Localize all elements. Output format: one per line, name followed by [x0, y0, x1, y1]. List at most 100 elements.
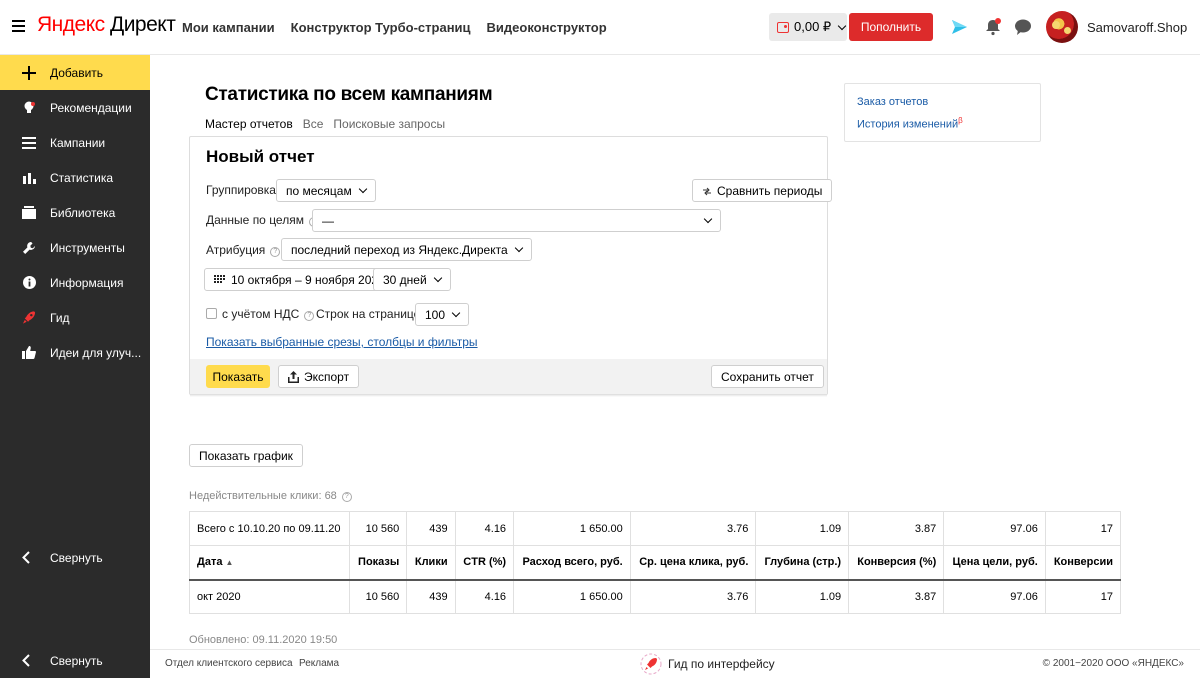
export-label: Экспорт [304, 369, 350, 384]
username[interactable]: Samovaroff.Shop [1087, 20, 1187, 35]
change-history-text: История изменений [857, 118, 959, 131]
calendar-icon [214, 274, 225, 283]
change-history-link[interactable]: История измененийβ [857, 116, 963, 131]
sort-ascending-icon: ▲ [225, 558, 234, 568]
table-cell: 439 [406, 511, 456, 546]
table-cell: 3.87 [848, 579, 945, 614]
topup-button[interactable]: Пополнить [849, 13, 933, 41]
compare-periods-button[interactable]: Сравнить периоды [692, 179, 833, 202]
column-header[interactable]: Расход всего, руб. [513, 545, 631, 581]
show-graph-button[interactable]: Показать график [189, 444, 303, 467]
column-header[interactable]: Клики [406, 545, 456, 581]
footer-client-service-link[interactable]: Отдел клиентского сервиса [165, 658, 293, 669]
tab-all[interactable]: Все [303, 117, 324, 131]
chevron-down-icon [433, 273, 442, 282]
nav-turbo-constructor[interactable]: Конструктор Турбо-страниц [291, 20, 471, 35]
table-cell: 4.16 [454, 579, 515, 614]
avatar[interactable] [1046, 11, 1078, 43]
table-cell: 4.16 [454, 511, 515, 546]
attribution-label: Атрибуция? [206, 243, 281, 257]
wallet-balance-button[interactable]: 0,00 ₽ [769, 13, 847, 41]
table-header-row: Дата ▲ Показы Клики CTR (%) Расход всего,… [188, 545, 1122, 581]
copyright: © 2001−2020 ООО «ЯНДЕКС» [1042, 658, 1184, 669]
sidebar-item-info[interactable]: Информация [0, 265, 150, 300]
bell-icon[interactable] [983, 17, 1003, 37]
sidebar-item-label: Гид [50, 310, 70, 325]
save-report-button[interactable]: Сохранить отчет [711, 365, 824, 388]
wrench-icon [22, 241, 36, 255]
sidebar-item-recommendations[interactable]: Рекомендации [0, 90, 150, 125]
table-cell: 97.06 [943, 511, 1046, 546]
table-cell: 3.87 [848, 511, 945, 546]
period-select[interactable]: 30 дней [373, 268, 451, 291]
statistics-table: Всего с 10.10.20 по 09.11.20 10 560 439 … [188, 511, 1122, 614]
yandex-direct-logo[interactable]: Яндекс Директ [37, 13, 176, 37]
column-header-date[interactable]: Дата ▲ [188, 545, 351, 581]
help-icon[interactable]: ? [341, 492, 352, 502]
menu-icon[interactable] [12, 20, 25, 32]
footer-ads-link[interactable]: Реклама [299, 658, 339, 669]
table-cell: 1.09 [755, 511, 850, 546]
export-button[interactable]: Экспорт [278, 365, 360, 388]
export-icon [288, 370, 299, 383]
sidebar-item-campaigns[interactable]: Кампании [0, 125, 150, 160]
sidebar-item-guide[interactable]: Гид [0, 300, 150, 335]
attribution-select[interactable]: последний переход из Яндекс.Директа [281, 238, 532, 261]
sidebar-item-label: Рекомендации [50, 100, 132, 115]
column-header[interactable]: Показы [349, 545, 408, 581]
column-header[interactable]: Ср. цена клика, руб. [629, 545, 757, 581]
bar-chart-icon [22, 171, 36, 185]
sidebar-collapse-button-bottom[interactable]: Свернуть [0, 643, 150, 678]
sidebar-collapse-button[interactable]: Свернуть [0, 540, 150, 575]
chat-icon[interactable] [1013, 17, 1033, 37]
wallet-icon [777, 21, 789, 33]
show-slices-link[interactable]: Показать выбранные срезы, столбцы и филь… [206, 335, 478, 349]
goals-select[interactable]: — [312, 209, 721, 232]
date-range-picker[interactable]: 10 октября – 9 ноября 2020 [204, 268, 395, 291]
collapse-label: Свернуть [50, 653, 103, 668]
nav-video-constructor[interactable]: Видеоконструктор [487, 20, 607, 35]
report-actions-bar: Показать Экспорт Сохранить отчет [190, 359, 827, 395]
grouping-select[interactable]: по месяцам [276, 179, 376, 202]
tab-report-master[interactable]: Мастер отчетов [205, 117, 293, 131]
play-icon[interactable] [949, 17, 969, 37]
tab-search-queries[interactable]: Поисковые запросы [333, 117, 445, 131]
table-cell: 10 560 [349, 511, 408, 546]
library-icon [22, 206, 36, 220]
main-content: Статистика по всем кампаниям Мастер отче… [150, 56, 1200, 650]
show-report-button[interactable]: Показать [206, 365, 270, 388]
lightbulb-icon [22, 101, 36, 115]
compare-icon [703, 187, 711, 195]
date-range-value: 10 октября – 9 ноября 2020 [231, 272, 385, 287]
interface-guide-link[interactable]: Гид по интерфейсу [640, 653, 775, 675]
help-icon[interactable]: ? [270, 247, 281, 257]
nav-my-campaigns[interactable]: Мои кампании [182, 20, 275, 35]
rows-per-page-select[interactable]: 100 [415, 303, 470, 326]
table-cell: 97.06 [943, 579, 1046, 614]
table-cell: 1 650.00 [513, 579, 631, 614]
updated-timestamp: Обновлено: 09.11.2020 19:50 [189, 634, 338, 646]
chevron-left-icon [22, 654, 30, 667]
help-icon[interactable]: ? [304, 311, 315, 321]
table-cell: 1 650.00 [513, 511, 631, 546]
order-reports-link[interactable]: Заказ отчетов [857, 96, 928, 108]
column-header[interactable]: Цена цели, руб. [943, 545, 1046, 581]
sidebar-item-ideas[interactable]: Идеи для улуч... [0, 335, 150, 370]
report-builder-card: Новый отчет Группировка по месяцам Сравн… [189, 136, 833, 397]
table-cell: 1.09 [755, 579, 850, 614]
vat-checkbox[interactable] [206, 308, 217, 319]
interface-guide-label: Гид по интерфейсу [668, 657, 775, 671]
report-title: Новый отчет [206, 147, 315, 166]
column-header[interactable]: Глубина (стр.) [755, 545, 850, 581]
sidebar-item-tools[interactable]: Инструменты [0, 230, 150, 265]
table-cell: 3.76 [629, 579, 757, 614]
sidebar-item-library[interactable]: Библиотека [0, 195, 150, 230]
column-header[interactable]: Конверсия (%) [848, 545, 945, 581]
thumbs-up-icon [22, 346, 36, 360]
column-header[interactable]: Конверсии [1044, 545, 1122, 581]
sidebar-item-statistics[interactable]: Статистика [0, 160, 150, 195]
report-tabs: Мастер отчетов Все Поисковые запросы [205, 117, 445, 131]
column-header[interactable]: CTR (%) [454, 545, 515, 581]
sidebar-item-add[interactable]: Добавить [0, 55, 150, 90]
compare-label: Сравнить периоды [717, 183, 823, 198]
